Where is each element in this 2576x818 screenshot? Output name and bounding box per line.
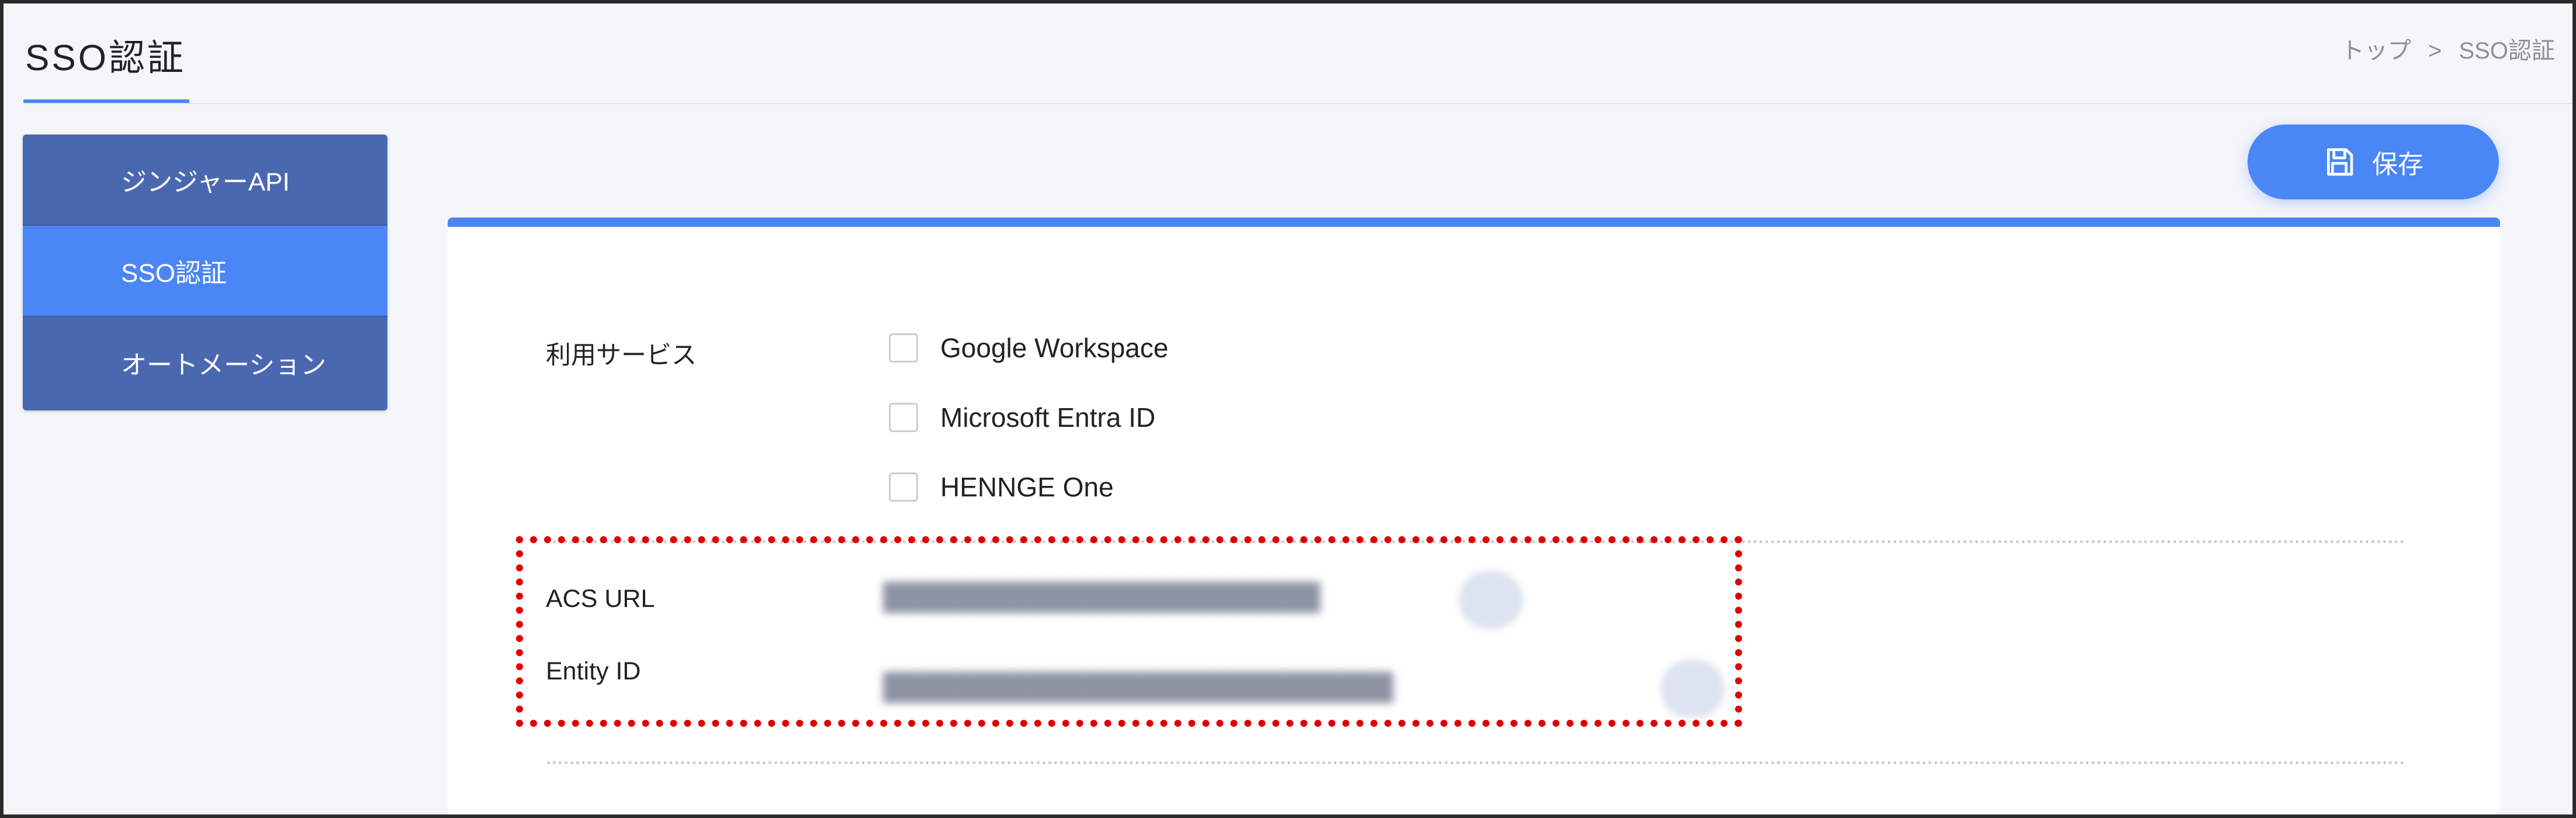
breadcrumb-top-link[interactable]: トップ	[2341, 38, 2411, 64]
header-divider	[23, 103, 2572, 104]
breadcrumb-separator: >	[2428, 38, 2442, 64]
checkbox-microsoft-entra-id[interactable]	[889, 403, 918, 432]
sidebar: ジンジャーAPI SSO認証 オートメーション	[23, 134, 387, 410]
service-option-hennge[interactable]: HENNGE One	[889, 471, 1114, 503]
floppy-disk-icon	[2323, 146, 2356, 178]
breadcrumb: トップ > SSO認証	[2341, 32, 2555, 65]
checkbox-label[interactable]: HENNGE One	[940, 471, 1114, 503]
settings-panel: 利用サービス Google Workspace Microsoft Entra …	[448, 218, 2500, 814]
save-button[interactable]: 保存	[2248, 125, 2499, 199]
sidebar-item-jinjer-api[interactable]: ジンジャーAPI	[23, 134, 387, 226]
sidebar-item-sso[interactable]: SSO認証	[23, 226, 387, 317]
sidebar-item-label: SSO認証	[121, 259, 227, 288]
sidebar-item-label: ジンジャーAPI	[121, 168, 290, 196]
sidebar-item-automation[interactable]: オートメーション	[23, 317, 387, 408]
checkbox-label[interactable]: Microsoft Entra ID	[940, 402, 1155, 433]
checkbox-google-workspace[interactable]	[889, 333, 918, 363]
app-frame: SSO認証 トップ > SSO認証 ジンジャーAPI SSO認証 オートメーショ…	[0, 0, 2576, 818]
page-title: SSO認証	[25, 38, 186, 78]
checkbox-hennge-one[interactable]	[889, 472, 918, 502]
annotation-highlight-box	[516, 536, 1742, 727]
service-option-microsoft[interactable]: Microsoft Entra ID	[889, 402, 1155, 433]
checkbox-label[interactable]: Google Workspace	[940, 332, 1168, 364]
save-button-label: 保存	[2372, 150, 2423, 179]
service-label: 利用サービス	[546, 341, 697, 370]
breadcrumb-current: SSO認証	[2459, 38, 2555, 64]
service-option-google[interactable]: Google Workspace	[889, 332, 1168, 364]
sidebar-item-label: オートメーション	[121, 351, 327, 379]
section-divider	[547, 761, 2405, 764]
